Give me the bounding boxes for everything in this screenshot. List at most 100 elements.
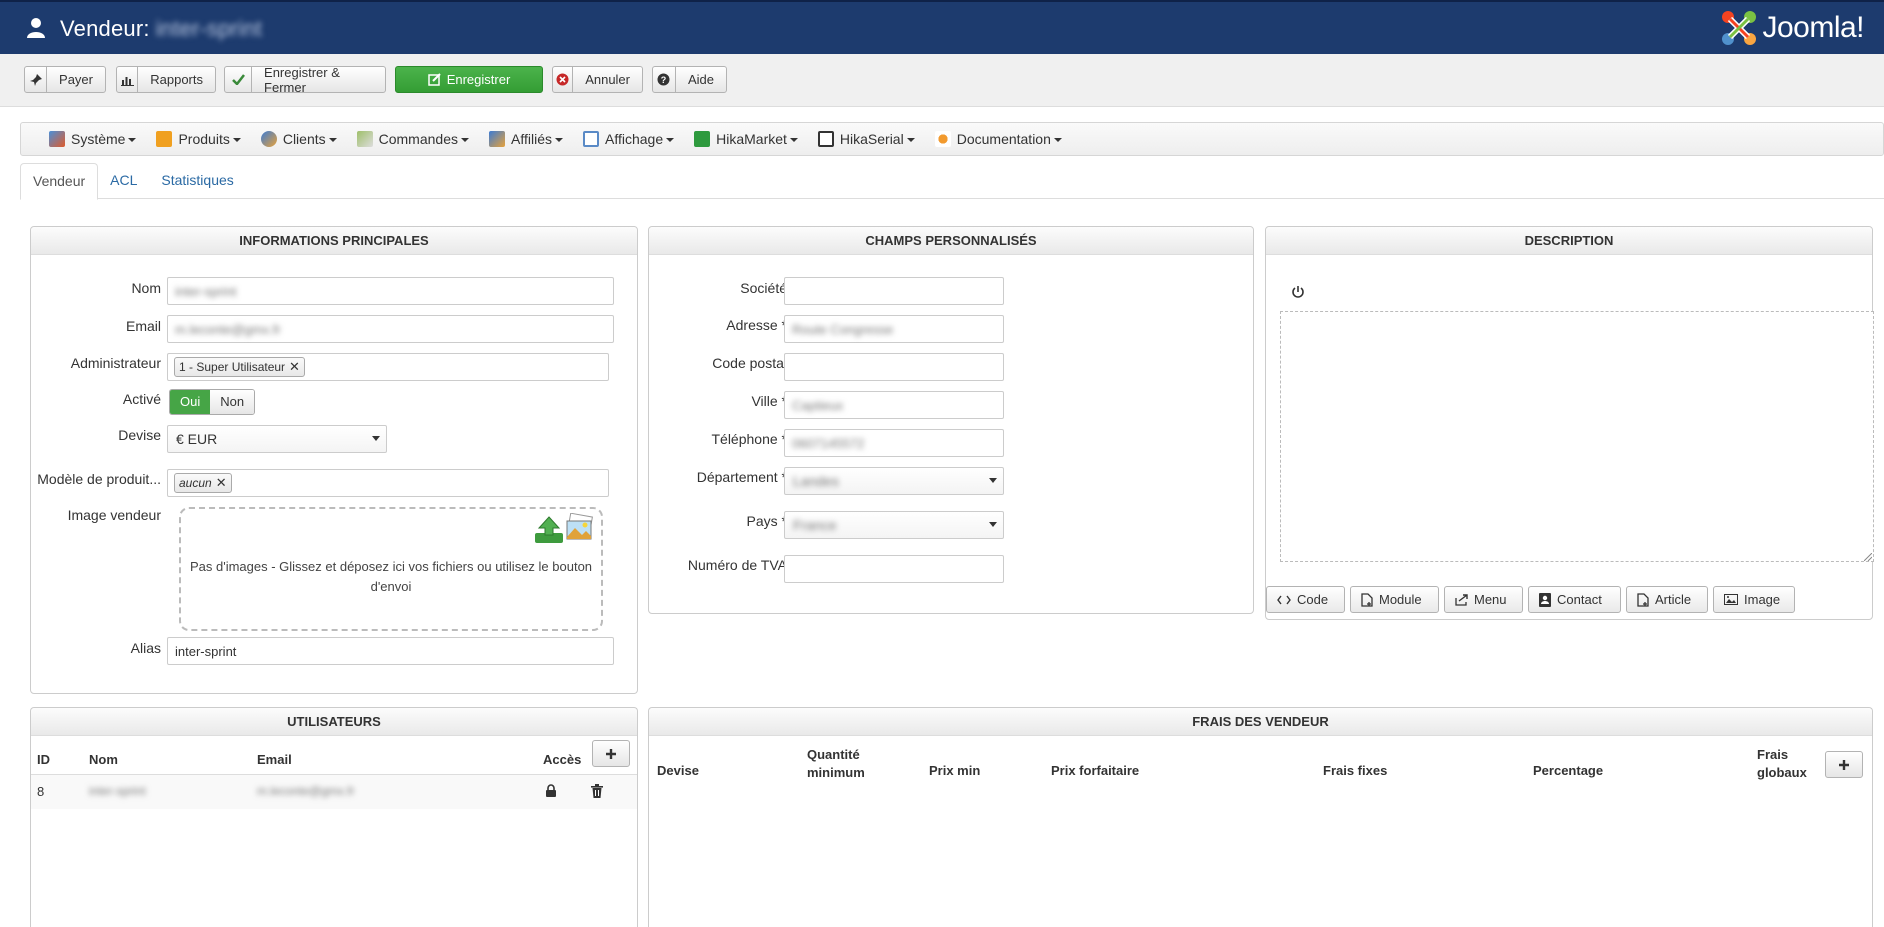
city-input[interactable]: Captieux [784, 391, 1004, 419]
tab-acl[interactable]: ACL [98, 163, 149, 199]
zip-input[interactable] [784, 353, 1004, 381]
display-icon [582, 131, 599, 147]
image-label: Image vendeur [67, 507, 161, 523]
address-input[interactable]: Route Congresse [784, 315, 1004, 343]
active-yes[interactable]: Oui [170, 390, 211, 414]
fees-col-currency: Devise [657, 763, 699, 778]
admin-select[interactable]: 1 - Super Utilisateur ✕ [167, 353, 609, 381]
phone-input[interactable]: 0607145572 [784, 429, 1004, 457]
menu-item-hikamarket[interactable]: HikaMarket [694, 131, 798, 147]
reports-button[interactable]: Rapports [116, 66, 216, 93]
custom-fields-title: CHAMPS PERSONNALISÉS [649, 227, 1253, 255]
template-select[interactable]: aucun ✕ [167, 469, 609, 497]
fees-col-flat-price: Prix forfaitaire [1051, 763, 1140, 778]
active-no[interactable]: Non [210, 390, 255, 414]
email-label: Email [125, 318, 161, 334]
company-label: Société [740, 280, 787, 296]
description-editor[interactable] [1280, 311, 1874, 562]
fees-col-global-fee: Frais globaux [1757, 747, 1807, 780]
menu-item-hikaserial[interactable]: HikaSerial [817, 131, 915, 147]
users-col-email: Email [257, 752, 292, 767]
menu-item-commandes[interactable]: Commandes [356, 131, 469, 147]
cancel-button[interactable]: Annuler [552, 66, 643, 93]
fees-panel: FRAIS DES VENDEUR Devise Quantité minimu… [648, 707, 1873, 927]
tab-vendeur[interactable]: Vendeur [20, 163, 99, 200]
orders-icon [356, 131, 373, 147]
phone-label: Téléphone * [711, 431, 787, 447]
documentation-icon [934, 131, 951, 147]
tab-statistiques[interactable]: Statistiques [149, 163, 245, 199]
currency-select[interactable]: € EUR [167, 425, 387, 453]
custom-fields-panel: CHAMPS PERSONNALISÉS Société Adresse * R… [648, 226, 1254, 614]
app-header: Vendeur: inter-sprint Joomla! [0, 0, 1884, 54]
alias-input[interactable]: inter-sprint [167, 637, 614, 665]
users-col-name: Nom [89, 752, 118, 767]
pay-button[interactable]: Payer [24, 66, 106, 93]
dept-select[interactable]: Landes [784, 467, 1004, 495]
editor-module-button[interactable]: Module [1350, 586, 1439, 613]
remove-chip-icon[interactable]: ✕ [216, 475, 227, 490]
add-user-button[interactable] [592, 740, 630, 767]
menu-item-clients[interactable]: Clients [260, 131, 337, 147]
file-add-icon [1361, 592, 1373, 607]
help-button[interactable]: ? Aide [652, 66, 727, 93]
menu-item-produits[interactable]: Produits [156, 131, 241, 147]
zip-label: Code postal [712, 355, 787, 371]
dropzone-text: Pas d'images - Glissez et déposez ici vo… [189, 559, 593, 594]
editor-menu-button[interactable]: Menu [1444, 586, 1523, 613]
gallery-icon[interactable] [565, 513, 595, 543]
name-label: Nom [131, 280, 161, 296]
country-select[interactable]: France [784, 511, 1004, 539]
remove-chip-icon[interactable]: ✕ [289, 359, 300, 374]
hikamarket-icon [694, 131, 711, 147]
joomla-logo-text: Joomla! [1762, 11, 1864, 44]
editor-article-button[interactable]: Article [1626, 586, 1708, 613]
lock-icon[interactable] [545, 784, 557, 798]
editor-code-button[interactable]: Code [1266, 586, 1345, 613]
fees-col-percentage: Percentage [1533, 763, 1604, 778]
plus-icon [606, 748, 616, 759]
chevron-down-icon [989, 522, 997, 527]
caret-down-icon [128, 138, 137, 142]
trash-icon[interactable] [591, 784, 603, 798]
menu-item-affichage[interactable]: Affichage [582, 131, 675, 147]
save-close-button[interactable]: Enregistrer & Fermer [224, 65, 386, 95]
editor-image-button[interactable]: Image [1713, 586, 1795, 613]
main-info-title: INFORMATIONS PRINCIPALES [31, 227, 637, 255]
svg-text:?: ? [661, 75, 667, 85]
users-col-access: Accès [543, 752, 582, 767]
caret-down-icon [554, 138, 563, 142]
vat-label: Numéro de TVA [687, 557, 787, 573]
menu-item-documentation[interactable]: Documentation [934, 131, 1062, 147]
active-toggle: Oui Non [169, 389, 256, 415]
table-row: 8 inter-sprint m.leconte@gmx.fr [31, 775, 637, 809]
save-button[interactable]: Enregistrer [395, 66, 543, 93]
admin-label: Administrateur [70, 355, 161, 371]
menu-item-systeme[interactable]: Système [49, 131, 137, 147]
image-dropzone[interactable]: Pas d'images - Glissez et déposez ici vo… [179, 507, 603, 631]
add-fee-button[interactable] [1825, 751, 1863, 778]
cancel-icon [553, 67, 574, 92]
vat-input[interactable] [784, 555, 1004, 583]
vendor-name: inter-sprint [155, 16, 263, 41]
upload-icon[interactable] [533, 515, 565, 545]
template-label: Modèle de produit... [37, 471, 161, 487]
joomla-logo: Joomla! [1720, 8, 1864, 48]
toolbar: Payer Rapports Enregistrer & Fermer Enre… [0, 54, 1884, 107]
chevron-down-icon [989, 478, 997, 483]
menu-item-affilies[interactable]: Affiliés [489, 131, 563, 147]
dept-label: Département * [696, 469, 787, 485]
editor-contact-button[interactable]: Contact [1528, 586, 1621, 613]
resize-handle-icon[interactable] [1864, 553, 1872, 561]
edit-icon [427, 73, 441, 86]
users-panel: UTILISATEURS ID Nom Email Accès 8 inter-… [30, 707, 638, 927]
company-input[interactable] [784, 277, 1004, 305]
power-icon[interactable] [1291, 285, 1305, 299]
file-add-icon [1637, 592, 1649, 607]
email-input[interactable]: m.leconte@gmx.fr [167, 315, 614, 343]
pin-icon [25, 67, 48, 92]
product-icon [156, 131, 173, 147]
vendor-tabs: Vendeur ACL Statistiques [20, 163, 1884, 200]
caret-down-icon [1053, 138, 1062, 142]
name-input[interactable]: inter-sprint [167, 277, 614, 305]
